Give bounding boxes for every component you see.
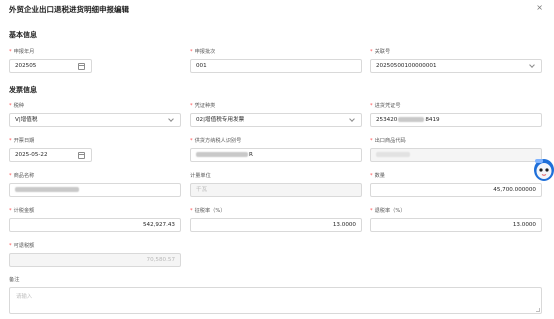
chevron-down-icon — [529, 62, 535, 68]
tax-type-select[interactable]: V|增值税 — [9, 113, 181, 127]
goods-name-label: * 商品名称 — [9, 173, 35, 179]
voucher-type-label: * 凭证种类 — [190, 103, 216, 109]
customs-label: * 关联号 — [370, 49, 391, 55]
tax-type-label: * 税种 — [9, 103, 24, 109]
remark-placeholder: 请输入 — [16, 294, 33, 300]
quantity-field[interactable]: 45,700.000000 — [370, 183, 542, 197]
refundable-field: 70,580.57 — [9, 253, 181, 267]
resize-handle[interactable] — [536, 308, 540, 312]
section-title-invoice: 发票信息 — [9, 86, 37, 94]
period-field[interactable]: 202505 — [9, 59, 92, 73]
chevron-down-icon — [349, 116, 355, 122]
voucher-no-label: * 进货凭证号 — [370, 103, 401, 109]
section-title-basic: 基本信息 — [9, 31, 37, 39]
mascot-avatar[interactable] — [532, 156, 554, 182]
batch-field[interactable]: 001 — [190, 59, 362, 73]
voucher-type-select[interactable]: 02|增值税专用发票 — [190, 113, 362, 127]
quantity-label: * 数量 — [370, 173, 385, 179]
levy-rate-label: * 征税率（%） — [190, 208, 226, 214]
export-code-label: * 出口商品代码 — [370, 138, 406, 144]
voucher-no-field[interactable]: 253420 8419 — [370, 113, 542, 127]
unit-label: 计量单位 — [190, 173, 211, 179]
issue-date-label: * 开票日期 — [9, 138, 35, 144]
close-icon[interactable]: × — [536, 3, 543, 12]
amount-label: * 计税金额 — [9, 208, 35, 214]
redacted-text — [196, 152, 248, 157]
unit-field: 千瓦 — [190, 183, 362, 197]
redacted-text — [15, 187, 79, 192]
supplier-label: * 供货方纳税人识别号 — [190, 138, 242, 144]
levy-rate-field[interactable]: 13.0000 — [190, 218, 362, 232]
issue-date-field[interactable]: 2025-05-22 — [9, 148, 92, 162]
calendar-icon[interactable] — [78, 152, 85, 159]
goods-name-field[interactable] — [9, 183, 181, 197]
refundable-label: * 可退税额 — [9, 243, 35, 249]
remark-textarea[interactable]: 请输入 — [9, 287, 542, 314]
remark-label: 备注 — [9, 277, 20, 283]
customs-select[interactable]: 20250500100000001 — [370, 59, 542, 73]
redacted-text — [376, 152, 410, 157]
refund-rate-label: * 退税率（%） — [370, 208, 406, 214]
supplier-field[interactable]: R — [190, 148, 362, 162]
dialog-title: 外贸企业出口退税进货明细申报编辑 — [9, 5, 129, 14]
chevron-down-icon — [168, 116, 174, 122]
export-code-field — [370, 148, 542, 162]
calendar-icon[interactable] — [78, 63, 85, 70]
batch-label: * 申报批次 — [190, 49, 216, 55]
redacted-text — [398, 117, 425, 122]
amount-field[interactable]: 542,927.43 — [9, 218, 181, 232]
period-label: * 申报年月 — [9, 49, 35, 55]
refund-rate-field[interactable]: 13.0000 — [370, 218, 542, 232]
